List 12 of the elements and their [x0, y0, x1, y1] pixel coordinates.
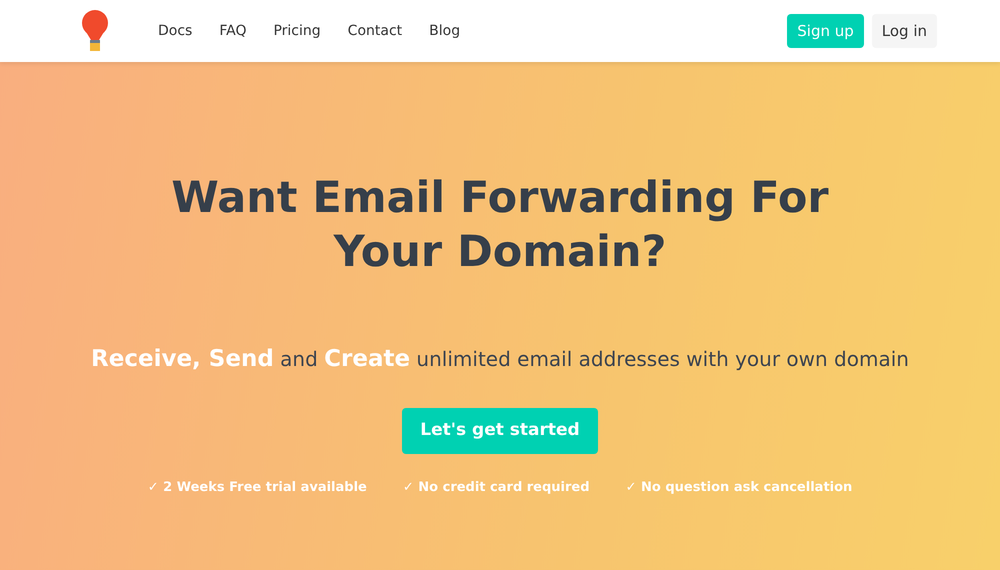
nav-link[interactable]: Blog [429, 20, 460, 42]
nav-link[interactable]: Pricing [273, 20, 321, 42]
feature-text: ✓ No credit card required [402, 478, 590, 496]
feature-text: ✓ 2 Weeks Free trial available [148, 478, 367, 496]
nav-link[interactable]: Contact [348, 20, 402, 42]
hero-title: Want Email Forwarding For Your Domain? [170, 172, 830, 279]
tagline: Receive, Send and Create unlimited email addresses with your own domain [90, 344, 910, 374]
feature-text: ✓ No question ask cancellation [626, 478, 852, 496]
nav-link[interactable]: Docs [158, 20, 192, 42]
balloon-icon[interactable] [80, 10, 110, 52]
log-in-button[interactable]: Log in [872, 14, 937, 48]
nav-link[interactable]: FAQ [219, 20, 246, 42]
